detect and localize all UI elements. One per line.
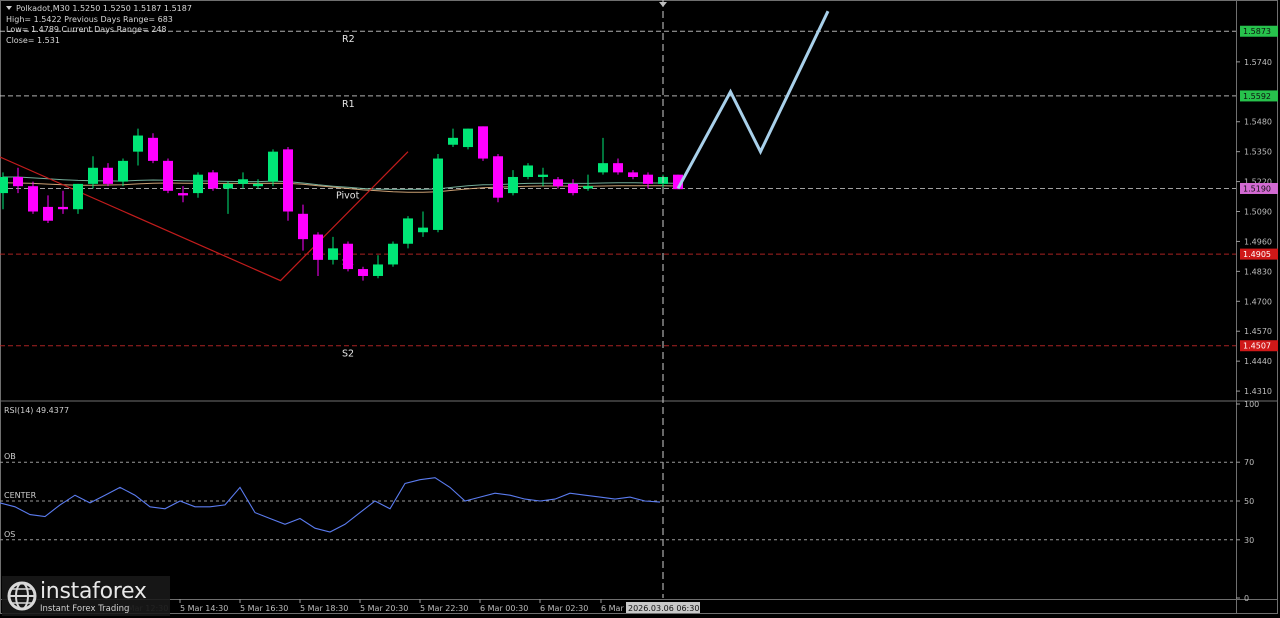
candle-body — [508, 176, 518, 194]
level-label-r1: R1 — [342, 99, 355, 110]
level-price-label: 1.5592 — [1243, 92, 1271, 101]
rsi-tick-label: 0 — [1244, 594, 1249, 603]
candle-body — [433, 158, 443, 230]
candle-body — [103, 167, 113, 184]
candle-body — [388, 243, 398, 265]
level-price-label: 1.4507 — [1243, 342, 1271, 351]
price-chart: 1.57401.54801.53501.52201.50901.49601.48… — [0, 0, 1278, 614]
candle-body — [208, 172, 218, 189]
time-tick-label: 5 Mar 22:30 — [420, 604, 468, 613]
level-price-label: 1.5873 — [1243, 27, 1271, 36]
logo-tagline: Instant Forex Trading — [40, 604, 130, 614]
candle-body — [28, 186, 38, 212]
price-tick-label: 1.4570 — [1244, 327, 1272, 336]
rsi-line — [0, 477, 661, 533]
candle-body — [178, 193, 188, 196]
candle-body — [313, 234, 323, 260]
time-highlight-label: 2026.03.06 06:30 — [628, 604, 699, 613]
candle-body — [193, 174, 203, 194]
rsi-tick-label: 30 — [1244, 536, 1254, 545]
candle-body — [283, 149, 293, 212]
rsi-tick-label: 70 — [1244, 458, 1254, 467]
candle-body — [628, 172, 638, 177]
price-tick-label: 1.4440 — [1244, 357, 1272, 366]
candle-body — [403, 218, 413, 244]
candle-body — [373, 264, 383, 276]
price-tick-label: 1.5350 — [1244, 148, 1272, 157]
candle-body — [253, 183, 263, 187]
candle-body — [148, 137, 158, 161]
instaforex-logo: instaforex Instant Forex Trading — [2, 576, 170, 616]
price-tick-label: 1.4960 — [1244, 237, 1272, 246]
candle-body — [463, 128, 473, 148]
candle-body — [478, 126, 488, 159]
candle-body — [328, 248, 338, 260]
candle-body — [358, 269, 368, 276]
low-line: Low= 1.4789 Current Days Range= 248 — [6, 25, 167, 34]
candle-body — [568, 183, 578, 194]
price-tick-label: 1.5480 — [1244, 118, 1272, 127]
price-tick-label: 1.5090 — [1244, 208, 1272, 217]
time-tick-label: 5 Mar 18:30 — [300, 604, 348, 613]
level-price-label: 1.4905 — [1243, 250, 1271, 259]
dropdown-triangle-icon[interactable] — [6, 6, 12, 10]
candle-body — [418, 227, 428, 233]
time-tick-label: 5 Mar 20:30 — [360, 604, 408, 613]
close-line: Close= 1.531 — [6, 35, 60, 45]
rsi-tick-label: 100 — [1244, 400, 1259, 409]
candle-body — [343, 243, 353, 270]
candle-body — [58, 206, 68, 210]
candle-body — [298, 213, 308, 240]
candle-body — [163, 160, 173, 191]
candle-body — [73, 183, 83, 210]
globe-icon — [7, 581, 37, 611]
rsi-level-label: OS — [4, 530, 15, 539]
chart-info-panel: Polkadot,M30 1.5250 1.5250 1.5187 1.5187… — [6, 4, 192, 46]
candle-body — [523, 165, 533, 177]
rsi-tick-label: 50 — [1244, 497, 1254, 506]
price-tick-label: 1.5740 — [1244, 58, 1272, 67]
level-label-pivot: Pivot — [336, 190, 360, 201]
candle-body — [13, 176, 23, 187]
candle-body — [0, 176, 8, 194]
time-tick-label: 6 Mar 00:30 — [480, 604, 528, 613]
candle-body — [553, 179, 563, 187]
level-price-label: 1.5190 — [1243, 184, 1271, 193]
chart-window: 1.5740 1.5480 1.5350 1.5220 1.5090 1.4960 1.48… — [0, 0, 1280, 618]
candle-body — [118, 160, 128, 182]
candle-body — [88, 167, 98, 184]
time-marker-triangle-icon — [659, 2, 667, 7]
candle-body — [538, 174, 548, 177]
candle-body — [223, 183, 233, 189]
rsi-level-label: CENTER — [4, 491, 37, 500]
candle-body — [583, 186, 593, 189]
candle-body — [448, 137, 458, 145]
price-tick-label: 1.4310 — [1244, 387, 1272, 396]
candle-body — [238, 179, 248, 184]
time-tick-label: 5 Mar 14:30 — [180, 604, 228, 613]
outer-frame — [0, 0, 1278, 614]
candle-body — [613, 163, 623, 173]
level-label-r2: R2 — [342, 34, 355, 45]
price-tick-label: 1.4830 — [1244, 267, 1272, 276]
candle-body — [43, 206, 53, 221]
high-line: High= 1.5422 Previous Days Range= 683 — [6, 14, 173, 24]
candle-body — [598, 163, 608, 173]
candle-body — [268, 151, 278, 182]
logo-brand: instaforex — [40, 579, 147, 604]
time-tick-label: 6 Mar — [601, 604, 624, 613]
forecast-path — [676, 10, 830, 190]
symbol-line: Polkadot,M30 1.5250 1.5250 1.5187 1.5187 — [16, 4, 192, 13]
candle-body — [133, 135, 143, 152]
candle-body — [643, 174, 653, 184]
rsi-level-label: OB — [4, 452, 16, 461]
candle-body — [493, 156, 503, 198]
price-tick-label: 1.4700 — [1244, 297, 1272, 306]
time-tick-label: 5 Mar 16:30 — [240, 604, 288, 613]
time-tick-label: 6 Mar 02:30 — [540, 604, 588, 613]
rsi-title: RSI(14) 49.4377 — [4, 406, 69, 415]
level-label-s2: S2 — [342, 349, 354, 360]
